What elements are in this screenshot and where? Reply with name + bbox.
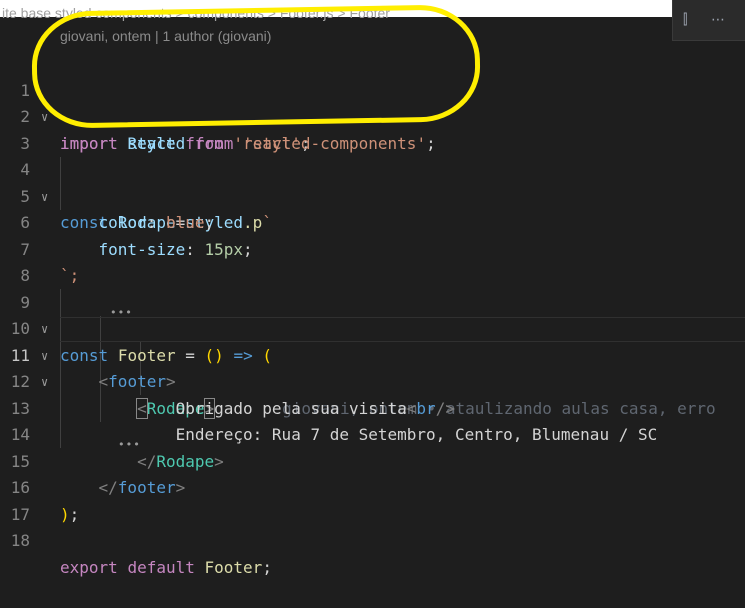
split-editor-icon[interactable]: ⫿ bbox=[683, 12, 687, 28]
codelens-blame[interactable]: giovani, ontem | 1 author (giovani) bbox=[60, 28, 271, 44]
code-line[interactable]: 4 ∨ const Rodape=styled.p` bbox=[0, 131, 745, 232]
code-line[interactable]: 15 </footer> bbox=[0, 422, 745, 498]
editor-toolbar: ⫿ ⋯ bbox=[672, 0, 745, 41]
code-line[interactable]: 5 color: blue; bbox=[0, 157, 745, 233]
code-line[interactable]: 14 </Rodape> bbox=[0, 396, 745, 471]
code-line[interactable]: 13 Endereço: Rua 7 de Setembro, Centro, … bbox=[0, 369, 745, 445]
code-line[interactable]: 8 bbox=[0, 237, 745, 285]
code-line[interactable]: 3 bbox=[0, 104, 745, 153]
code-line[interactable]: 18 export default Footer; bbox=[0, 502, 745, 577]
code-editor[interactable]: 1 ∨ import React from 'react'; 2 import … bbox=[0, 51, 745, 577]
ellipsis-icon: ••• bbox=[110, 306, 133, 319]
code-line[interactable]: 2 import styled from 'styled-components'… bbox=[0, 78, 745, 153]
code-line-current[interactable]: 11 ∨ <Rodape> giovani, ontem • ataulizand… bbox=[0, 316, 745, 419]
code-line[interactable]: 9 ∨ const Footer = () => ( bbox=[0, 263, 745, 365]
more-icon[interactable]: ⋯ bbox=[711, 12, 725, 28]
code-line[interactable]: 12 Obrigado pela sua visita<br/> bbox=[0, 343, 745, 418]
line-number: 18 bbox=[10, 531, 30, 550]
breadcrumb[interactable]: ite base styled components > components … bbox=[0, 1, 745, 25]
code-line[interactable]: 17 bbox=[0, 475, 745, 524]
keyword: export bbox=[60, 557, 118, 577]
keyword: default bbox=[127, 557, 195, 577]
code-line[interactable]: 7 `; bbox=[0, 210, 745, 286]
code-line[interactable]: 1 ∨ import React from 'react'; bbox=[0, 51, 745, 153]
ellipsis-icon: ••• bbox=[118, 438, 141, 451]
punctuation: ; bbox=[262, 557, 272, 577]
code-line[interactable]: 6 font-size: 15px; bbox=[0, 184, 745, 259]
code-line[interactable]: 16 ); bbox=[0, 449, 745, 524]
identifier: Footer bbox=[204, 557, 263, 577]
